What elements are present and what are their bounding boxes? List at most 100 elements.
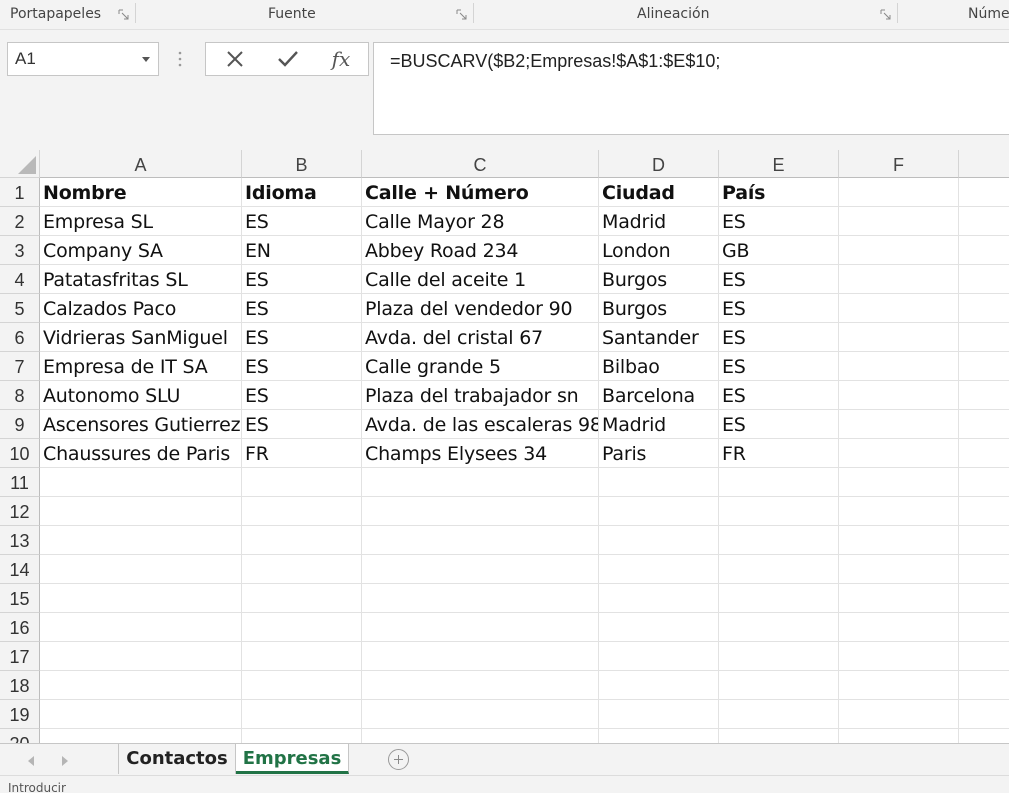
cell-c16[interactable] xyxy=(362,613,599,642)
cell-e17[interactable] xyxy=(719,642,839,671)
cell-d9[interactable]: Madrid xyxy=(599,410,719,439)
cell-d5[interactable]: Burgos xyxy=(599,294,719,323)
cell-c7[interactable]: Calle grande 5 xyxy=(362,352,599,381)
cell-e5[interactable]: ES xyxy=(719,294,839,323)
cell-c19[interactable] xyxy=(362,700,599,729)
cell-f12[interactable] xyxy=(839,497,959,526)
cell-b17[interactable] xyxy=(242,642,362,671)
cell-a8[interactable]: Autonomo SLU xyxy=(40,381,242,410)
cell-g4[interactable] xyxy=(959,265,1009,294)
cell-b8[interactable]: ES xyxy=(242,381,362,410)
cell-a15[interactable] xyxy=(40,584,242,613)
cell-c20[interactable] xyxy=(362,729,599,743)
cell-c8[interactable]: Plaza del trabajador sn xyxy=(362,381,599,410)
cell-d16[interactable] xyxy=(599,613,719,642)
cell-e1[interactable]: País xyxy=(719,178,839,207)
cell-b1[interactable]: Idioma xyxy=(242,178,362,207)
cell-e12[interactable] xyxy=(719,497,839,526)
cell-a12[interactable] xyxy=(40,497,242,526)
cell-b15[interactable] xyxy=(242,584,362,613)
cell-g13[interactable] xyxy=(959,526,1009,555)
cell-f18[interactable] xyxy=(839,671,959,700)
cell-b19[interactable] xyxy=(242,700,362,729)
cell-g14[interactable] xyxy=(959,555,1009,584)
column-header-d[interactable]: D xyxy=(599,150,719,178)
row-header-7[interactable]: 7 xyxy=(0,352,40,381)
cell-g17[interactable] xyxy=(959,642,1009,671)
cell-b11[interactable] xyxy=(242,468,362,497)
cell-e7[interactable]: ES xyxy=(719,352,839,381)
cell-d15[interactable] xyxy=(599,584,719,613)
cell-f16[interactable] xyxy=(839,613,959,642)
cell-c5[interactable]: Plaza del vendedor 90 xyxy=(362,294,599,323)
cell-g2[interactable] xyxy=(959,207,1009,236)
cell-c4[interactable]: Calle del aceite 1 xyxy=(362,265,599,294)
cell-e9[interactable]: ES xyxy=(719,410,839,439)
row-header-18[interactable]: 18 xyxy=(0,671,40,700)
cell-a16[interactable] xyxy=(40,613,242,642)
cell-b16[interactable] xyxy=(242,613,362,642)
cell-f20[interactable] xyxy=(839,729,959,743)
cell-g8[interactable] xyxy=(959,381,1009,410)
row-header-20[interactable]: 20 xyxy=(0,729,40,743)
row-header-19[interactable]: 19 xyxy=(0,700,40,729)
column-header-c[interactable]: C xyxy=(362,150,599,178)
cell-a6[interactable]: Vidrieras SanMiguel xyxy=(40,323,242,352)
cell-e10[interactable]: FR xyxy=(719,439,839,468)
cell-g7[interactable] xyxy=(959,352,1009,381)
cell-f7[interactable] xyxy=(839,352,959,381)
tab-contactos[interactable]: Contactos xyxy=(118,744,236,774)
cell-b6[interactable]: ES xyxy=(242,323,362,352)
cell-d18[interactable] xyxy=(599,671,719,700)
cell-g6[interactable] xyxy=(959,323,1009,352)
dialog-launcher-icon[interactable] xyxy=(456,9,467,20)
cell-a13[interactable] xyxy=(40,526,242,555)
cell-c9[interactable]: Avda. de las escaleras 98 xyxy=(362,410,599,439)
cell-a11[interactable] xyxy=(40,468,242,497)
cell-e6[interactable]: ES xyxy=(719,323,839,352)
cell-f8[interactable] xyxy=(839,381,959,410)
cell-d13[interactable] xyxy=(599,526,719,555)
cell-d20[interactable] xyxy=(599,729,719,743)
dialog-launcher-icon[interactable] xyxy=(880,9,891,20)
cell-a2[interactable]: Empresa SL xyxy=(40,207,242,236)
cell-c10[interactable]: Champs Elysees 34 xyxy=(362,439,599,468)
cell-f9[interactable] xyxy=(839,410,959,439)
cell-d2[interactable]: Madrid xyxy=(599,207,719,236)
cell-b14[interactable] xyxy=(242,555,362,584)
cell-f2[interactable] xyxy=(839,207,959,236)
cell-b20[interactable] xyxy=(242,729,362,743)
column-header-f[interactable]: F xyxy=(839,150,959,178)
name-box[interactable]: A1 xyxy=(7,42,159,76)
cell-b10[interactable]: FR xyxy=(242,439,362,468)
cell-e19[interactable] xyxy=(719,700,839,729)
row-header-14[interactable]: 14 xyxy=(0,555,40,584)
column-header-a[interactable]: A xyxy=(40,150,242,178)
row-header-12[interactable]: 12 xyxy=(0,497,40,526)
cell-c13[interactable] xyxy=(362,526,599,555)
cell-a5[interactable]: Calzados Paco xyxy=(40,294,242,323)
cell-c2[interactable]: Calle Mayor 28 xyxy=(362,207,599,236)
cell-g18[interactable] xyxy=(959,671,1009,700)
select-all-corner[interactable] xyxy=(0,150,40,178)
cell-a10[interactable]: Chaussures de Paris xyxy=(40,439,242,468)
cell-e11[interactable] xyxy=(719,468,839,497)
cell-c18[interactable] xyxy=(362,671,599,700)
cell-e8[interactable]: ES xyxy=(719,381,839,410)
column-header-b[interactable]: B xyxy=(242,150,362,178)
row-header-11[interactable]: 11 xyxy=(0,468,40,497)
cell-g11[interactable] xyxy=(959,468,1009,497)
chevron-down-icon[interactable] xyxy=(142,57,150,62)
column-header-e[interactable]: E xyxy=(719,150,839,178)
cell-c15[interactable] xyxy=(362,584,599,613)
row-header-6[interactable]: 6 xyxy=(0,323,40,352)
formula-input[interactable]: =BUSCARV($B2;Empresas!$A$1:$E$10; xyxy=(373,42,1009,135)
cell-f1[interactable] xyxy=(839,178,959,207)
cell-d12[interactable] xyxy=(599,497,719,526)
cell-f5[interactable] xyxy=(839,294,959,323)
cell-e20[interactable] xyxy=(719,729,839,743)
dialog-launcher-icon[interactable] xyxy=(118,9,129,20)
row-header-1[interactable]: 1 xyxy=(0,178,40,207)
cell-g16[interactable] xyxy=(959,613,1009,642)
cell-b9[interactable]: ES xyxy=(242,410,362,439)
